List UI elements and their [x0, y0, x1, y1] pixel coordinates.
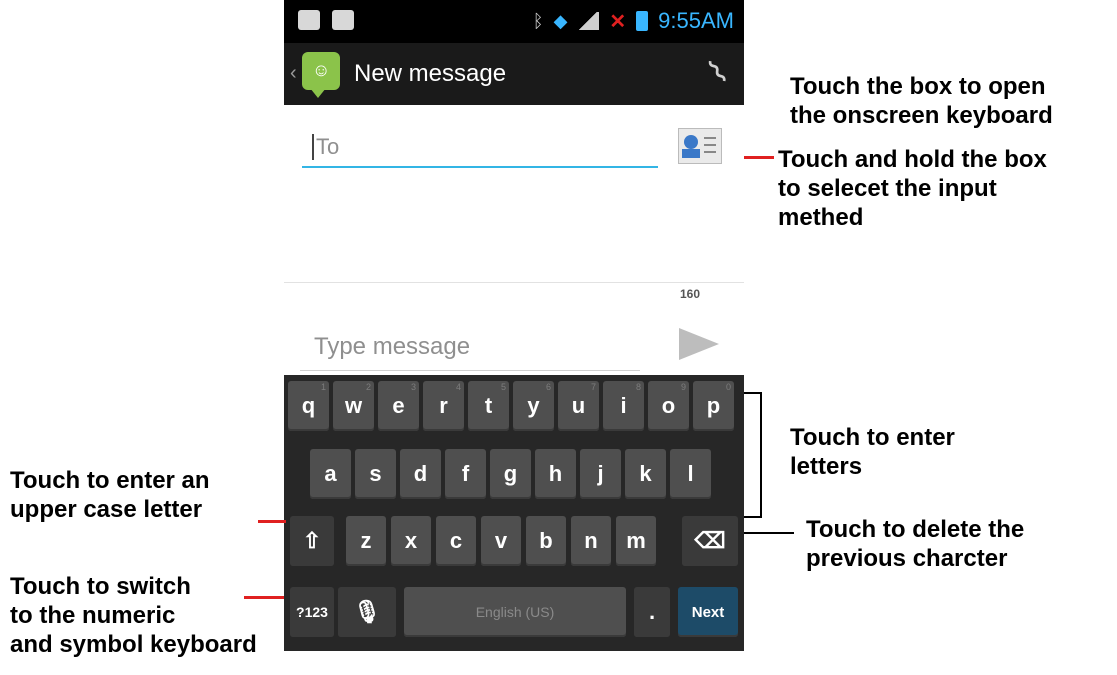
key-hint: 3 [410, 382, 416, 392]
key-hint: 5 [500, 382, 506, 392]
key-r[interactable]: r4 [423, 381, 464, 431]
shift-key[interactable]: ⇧ [290, 516, 334, 566]
next-key[interactable]: Next [678, 587, 738, 637]
annotation-line-symbols [244, 596, 284, 599]
key-k[interactable]: k [625, 449, 666, 499]
key-c[interactable]: c [436, 516, 476, 566]
contact-person-icon [684, 135, 698, 149]
annotation-line-shift [258, 520, 286, 523]
key-p[interactable]: p0 [693, 381, 734, 431]
gallery-notification-icon [298, 10, 320, 30]
delete-key[interactable]: ⌫ [682, 516, 738, 566]
key-u[interactable]: u7 [558, 381, 599, 431]
key-w[interactable]: w2 [333, 381, 374, 431]
annotation-switch-numeric: Touch to switch to the numeric and symbo… [10, 573, 257, 658]
key-hint: 8 [635, 382, 641, 392]
message-placeholder: Type message [314, 333, 471, 360]
status-bar: ᛒ ◆ ✕ 9:55AM [284, 0, 744, 43]
add-contact-button[interactable] [678, 128, 722, 164]
key-b[interactable]: b [526, 516, 566, 566]
key-f[interactable]: f [445, 449, 486, 499]
onscreen-keyboard: q1w2e3r4t5y6u7i8o9p0 asdfghjkl zxcvbnm ⇧… [284, 375, 744, 651]
bluetooth-icon: ᛒ [532, 10, 544, 31]
phone-screen: ᛒ ◆ ✕ 9:55AM ‹ ☺ New message ⌇ To 160 Ty… [284, 0, 744, 651]
status-time: 9:55AM [658, 8, 734, 33]
no-signal-icon: ✕ [609, 10, 627, 33]
to-placeholder: To [316, 134, 340, 159]
to-field[interactable]: To [302, 124, 658, 168]
wifi-icon: ◆ [553, 10, 568, 31]
annotation-upper-case: Touch to enter an upper case letter [10, 467, 210, 523]
key-j[interactable]: j [580, 449, 621, 499]
annotation-enter-letters: Touch to enter letters [790, 424, 955, 480]
send-icon[interactable] [679, 328, 719, 360]
key-e[interactable]: e3 [378, 381, 419, 431]
key-hint: 0 [725, 382, 731, 392]
key-hint: 9 [680, 382, 686, 392]
key-z[interactable]: z [346, 516, 386, 566]
annotation-line-input [744, 156, 774, 159]
divider [284, 282, 744, 283]
key-a[interactable]: a [310, 449, 351, 499]
signal-icon [577, 12, 600, 30]
back-chevron-icon[interactable]: ‹ [290, 62, 297, 85]
key-n[interactable]: n [571, 516, 611, 566]
key-d[interactable]: d [400, 449, 441, 499]
char-counter: 160 [680, 287, 701, 301]
key-l[interactable]: l [670, 449, 711, 499]
key-s[interactable]: s [355, 449, 396, 499]
key-hint: 4 [455, 382, 461, 392]
key-y[interactable]: y6 [513, 381, 554, 431]
key-t[interactable]: t5 [468, 381, 509, 431]
key-g[interactable]: g [490, 449, 531, 499]
annotation-open-keyboard: Touch the box to open the onscreen keybo… [790, 73, 1053, 129]
symbols-key[interactable]: ?123 [290, 587, 334, 637]
message-field[interactable]: Type message [300, 326, 640, 371]
attach-icon[interactable]: ⌇ [701, 52, 736, 92]
messaging-app-icon[interactable]: ☺ [302, 52, 340, 98]
key-i[interactable]: i8 [603, 381, 644, 431]
mic-key[interactable]: 🎙 [338, 587, 396, 637]
battery-icon [636, 11, 649, 31]
key-m[interactable]: m [616, 516, 656, 566]
key-q[interactable]: q1 [288, 381, 329, 431]
page-title: New message [354, 60, 507, 87]
android-notification-icon [332, 10, 354, 30]
text-caret [312, 134, 314, 160]
key-hint: 7 [590, 382, 596, 392]
annotation-line-delete [744, 532, 794, 534]
action-bar: ‹ ☺ New message ⌇ [284, 43, 744, 105]
key-o[interactable]: o9 [648, 381, 689, 431]
key-h[interactable]: h [535, 449, 576, 499]
annotation-delete-char: Touch to delete the previous charcter [806, 516, 1025, 572]
key-hint: 6 [545, 382, 551, 392]
key-v[interactable]: v [481, 516, 521, 566]
period-key[interactable]: . [634, 587, 670, 637]
key-hint: 1 [320, 382, 326, 392]
key-hint: 2 [365, 382, 371, 392]
microphone-icon: 🎙 [353, 599, 381, 624]
space-key[interactable]: English (US) [404, 587, 626, 637]
annotation-select-input: Touch and hold the box to selecet the in… [778, 146, 1047, 231]
key-x[interactable]: x [391, 516, 431, 566]
